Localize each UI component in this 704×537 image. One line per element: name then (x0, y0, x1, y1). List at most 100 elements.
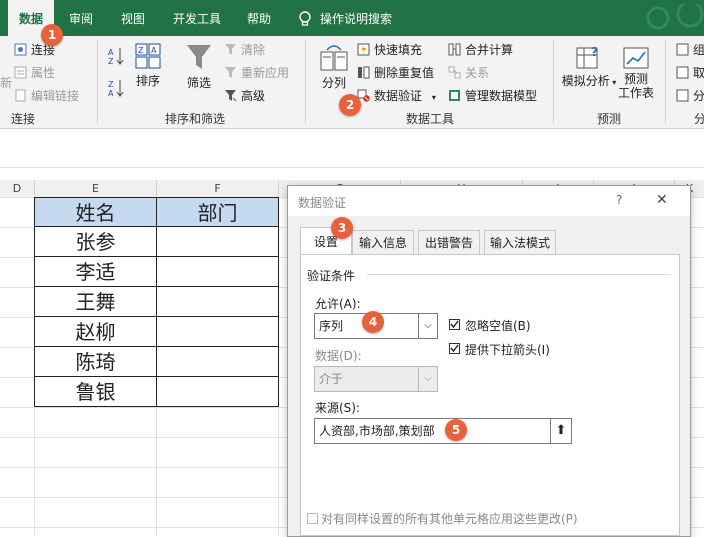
svg-text:Z: Z (108, 57, 114, 66)
group-button-partial[interactable]: 组 (676, 41, 704, 59)
forecast-label-line2: 工作表 (617, 86, 654, 100)
ungroup-label: 取 (693, 66, 704, 80)
dropdown-arrow-icon[interactable]: ▾ (432, 93, 436, 102)
lightbulb-icon (299, 11, 311, 26)
range-select-icon[interactable]: ⬆ (550, 419, 571, 443)
tab-review[interactable]: 审阅 (58, 0, 104, 36)
name-cell[interactable]: 王舞 (34, 286, 157, 317)
group-icon (676, 43, 689, 56)
header-cell-department[interactable]: 部门 (156, 197, 279, 227)
data-select[interactable]: 介于 ⌵ (314, 366, 438, 392)
ribbon-tab-bar: 数据 审阅 视图 开发工具 帮助 操作说明搜索 (0, 0, 704, 36)
flash-fill-label: 快速填充 (374, 43, 423, 57)
column-header-e[interactable]: E (35, 180, 157, 198)
tab-error-alert[interactable]: 出错警告 (418, 230, 480, 254)
dropdown-arrow-label: 提供下拉箭头(I) (465, 343, 550, 357)
column-header-d[interactable]: D (0, 180, 35, 198)
ignore-blank-checkbox[interactable] (449, 319, 460, 330)
reapply-button[interactable]: 重新应用 (224, 64, 289, 82)
svg-text:A: A (108, 89, 114, 98)
connections-group-label: 连接 (10, 112, 35, 126)
dialog-titlebar[interactable]: 数据验证 ? ✕ (288, 186, 690, 216)
text-to-columns-button[interactable]: 分列 (317, 44, 351, 91)
whatif-icon: ? (576, 45, 598, 69)
edit-links-label: 编辑链接 (31, 89, 80, 103)
step-badge-5: 5 (445, 419, 467, 441)
forecast-sheet-button[interactable]: 预测 工作表 (616, 44, 656, 100)
tab-help[interactable]: 帮助 (236, 0, 282, 36)
subtotal-button-partial[interactable]: 分 (676, 87, 704, 105)
whatif-analysis-button[interactable]: ? 模拟分析 ▾ (560, 44, 618, 89)
sort-az-button[interactable]: AZ (107, 46, 125, 66)
name-cell[interactable]: 陈琦 (34, 346, 157, 377)
chevron-down-icon: ⌵ (418, 367, 437, 391)
name-cell[interactable]: 鲁银 (34, 376, 157, 407)
manage-data-model-button[interactable]: 管理数据模型 (448, 87, 537, 105)
tab-view[interactable]: 视图 (108, 0, 158, 36)
reapply-label: 重新应用 (241, 66, 290, 80)
ungroup-button-partial[interactable]: 取 (676, 64, 704, 82)
sort-button[interactable]: ZA 排序 (131, 42, 165, 89)
forecast-label-line1: 预测 (623, 72, 648, 86)
ungroup-icon (676, 66, 689, 79)
formula-bar-area[interactable] (0, 129, 704, 168)
remove-duplicates-button[interactable]: 删除重复值 (357, 64, 434, 82)
sort-filter-group-label: 排序和筛选 (164, 112, 225, 126)
tab-ime-mode[interactable]: 输入法模式 (484, 230, 556, 254)
consolidate-icon (448, 43, 461, 56)
svg-text:A: A (151, 46, 157, 55)
sort-za-icon: ZA (108, 80, 124, 98)
properties-icon (14, 66, 27, 79)
header-cell-name[interactable]: 姓名 (34, 197, 157, 227)
decorative-pattern-icon (646, 4, 704, 30)
close-button[interactable]: ✕ (656, 192, 668, 208)
subtotal-label: 分 (693, 89, 704, 103)
edit-links-button[interactable]: 编辑链接 (14, 87, 79, 105)
department-cell[interactable] (156, 346, 279, 377)
allow-value: 序列 (319, 319, 344, 333)
whatif-label: 模拟分析 (561, 74, 610, 88)
filter-button[interactable]: 筛选 (180, 42, 218, 91)
tab-input-message[interactable]: 输入信息 (352, 230, 414, 254)
ignore-blank-label: 忽略空值(B) (465, 319, 531, 333)
group-separator (305, 40, 306, 124)
consolidate-button[interactable]: 合并计算 (448, 41, 513, 59)
dropdown-arrow-checkbox[interactable] (449, 343, 460, 354)
filter-label: 筛选 (186, 76, 211, 90)
department-cell[interactable] (156, 286, 279, 317)
data-validation-button[interactable]: 数据验证 ▾ (357, 87, 436, 105)
properties-button[interactable]: 属性 (14, 64, 55, 82)
data-value: 介于 (319, 372, 344, 386)
sort-za-button[interactable]: ZA (107, 78, 125, 98)
department-cell[interactable] (156, 376, 279, 407)
source-input[interactable]: 人资部,市场部,策划部 ⬆ (314, 418, 572, 444)
clear-button[interactable]: 清除 (224, 41, 265, 59)
name-cell[interactable]: 张参 (34, 226, 157, 257)
name-cell[interactable]: 李适 (34, 256, 157, 287)
consolidate-label: 合并计算 (465, 43, 514, 57)
remove-duplicates-icon (358, 66, 370, 79)
department-cell[interactable] (156, 256, 279, 287)
tab-developer[interactable]: 开发工具 (162, 0, 232, 36)
validation-criteria-heading: 验证条件 (307, 269, 356, 283)
column-header-f[interactable]: F (157, 180, 279, 198)
tell-me-search[interactable]: 操作说明搜索 (320, 0, 410, 36)
manage-data-model-label: 管理数据模型 (465, 89, 538, 103)
help-button[interactable]: ? (616, 193, 622, 207)
apply-all-checkbox[interactable] (307, 513, 318, 524)
data-validation-label: 数据验证 (374, 89, 423, 103)
department-cell[interactable] (156, 316, 279, 347)
step-badge-4: 4 (362, 311, 384, 333)
flash-fill-button[interactable]: 快速填充 (357, 41, 422, 59)
advanced-filter-button[interactable]: 高级 (224, 87, 265, 105)
source-label: 来源(S): (315, 401, 361, 415)
settings-panel: 验证条件 允许(A): 序列 ⌵ 忽略空值(B) 提供下拉箭头(I) 数据(D)… (300, 254, 680, 536)
new-query-partial[interactable]: 新 (0, 74, 12, 92)
section-divider (367, 274, 671, 275)
department-cell[interactable] (156, 226, 279, 257)
source-value: 人资部,市场部,策划部 (319, 424, 435, 438)
name-cell[interactable]: 赵柳 (34, 316, 157, 347)
relationships-button[interactable]: 关系 (448, 64, 489, 82)
sort-az-icon: AZ (108, 48, 124, 66)
connections-icon (14, 43, 27, 56)
